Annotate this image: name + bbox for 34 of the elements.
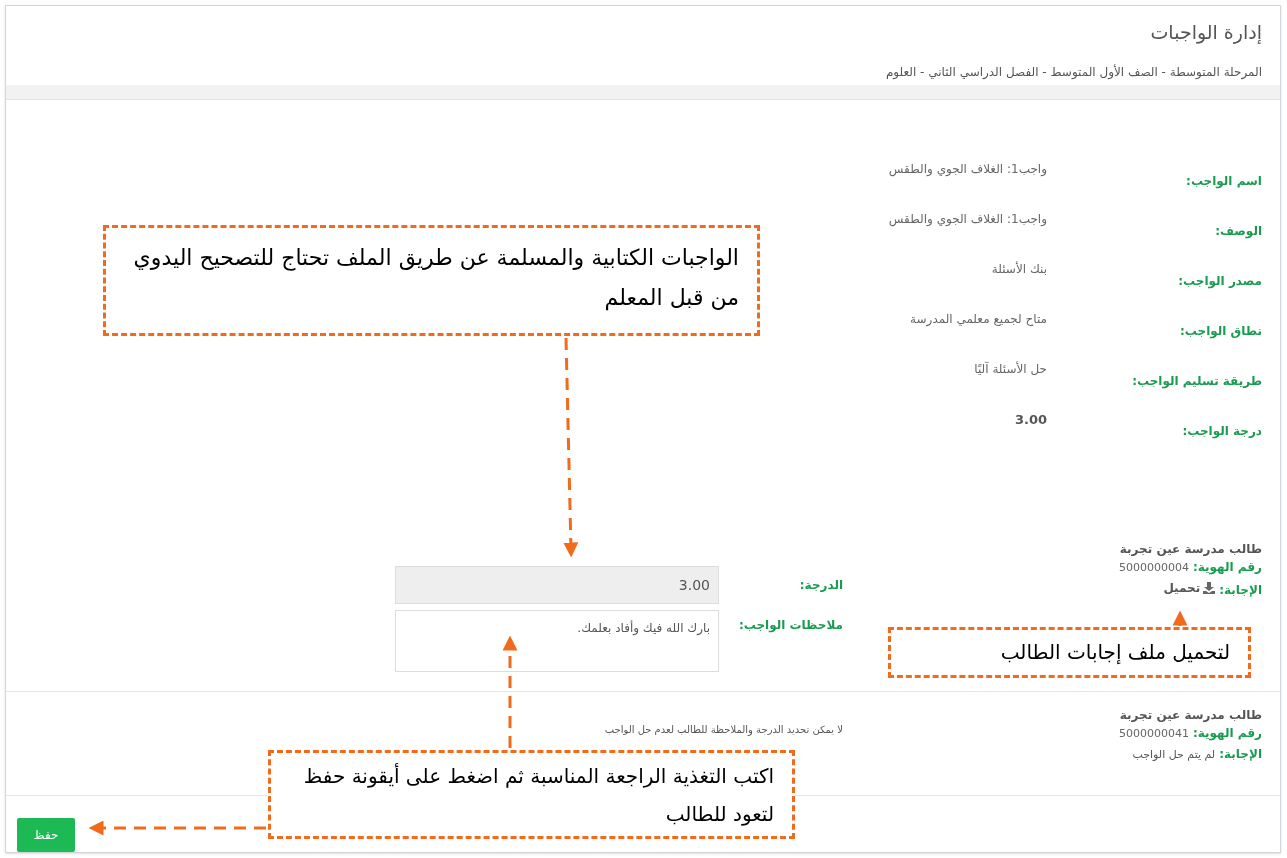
field-label: اسم الواجب:	[1186, 173, 1262, 190]
answer-status: لم يتم حل الواجب	[1132, 746, 1216, 763]
field-value: 3.00	[1014, 411, 1047, 429]
field-label: مصدر الواجب:	[1178, 273, 1262, 290]
id-label: رقم الهوية:	[1193, 559, 1262, 576]
field-value: حل الأسئلة آليًا	[974, 360, 1047, 378]
page-title: إدارة الواجبات	[1150, 20, 1262, 46]
answer-label: الإجابة:	[1219, 745, 1262, 763]
download-link[interactable]: تحميل	[1163, 578, 1216, 597]
notes-textarea[interactable]: بارك الله فيك وأفاد بعلمك.	[395, 610, 719, 672]
id-number: 5000000041	[1119, 726, 1189, 742]
breadcrumb-subtitle: المرحلة المتوسطة - الصف الأول المتوسط - الفصل الدراسي الثاني - العلوم	[885, 63, 1262, 81]
field-label: درجة الواجب:	[1182, 423, 1262, 440]
student-name: طالب مدرسة عين تجربة	[1119, 541, 1262, 558]
callout-note: لتحميل ملف إجابات الطالب	[888, 627, 1251, 678]
field-value: واجب1: الغلاف الجوي والطقس	[888, 161, 1047, 178]
field-label: ملاحظات الواجب:	[738, 617, 843, 634]
grading-unavailable-note: لا يمكن تحديد الدرجة والملاحظة للطالب لعدم حل الواجب	[604, 724, 843, 735]
callout-note: الواجبات الكتابية والمسلمة عن طريق الملف تحتاج للتصحيح اليدوي من قبل المعلم	[103, 225, 760, 336]
field-value: بنك الأسئلة	[991, 260, 1047, 278]
field-value: واجب1: الغلاف الجوي والطقس	[888, 211, 1047, 228]
answer-label: الإجابة:	[1219, 581, 1262, 599]
field-label: الدرجة:	[799, 577, 843, 594]
field-label: الوصف:	[1215, 223, 1262, 240]
arrow	[1172, 610, 1188, 626]
field-value: متاح لجميع معلمي المدرسة	[910, 311, 1047, 328]
download-icon	[1203, 581, 1216, 594]
field-label: نطاق الواجب:	[1180, 323, 1262, 340]
student-name: طالب مدرسة عين تجربة	[1119, 707, 1262, 724]
grade-input[interactable]: 3.00	[395, 566, 719, 604]
field-label: طريقة تسليم الواجب:	[1132, 373, 1262, 390]
id-label: رقم الهوية:	[1193, 725, 1262, 742]
callout-note: اكتب التغذية الراجعة المناسبة ثم اضغط على أيقونة حفظ لتعود للطالب	[268, 750, 795, 839]
id-number: 5000000004	[1119, 560, 1189, 576]
